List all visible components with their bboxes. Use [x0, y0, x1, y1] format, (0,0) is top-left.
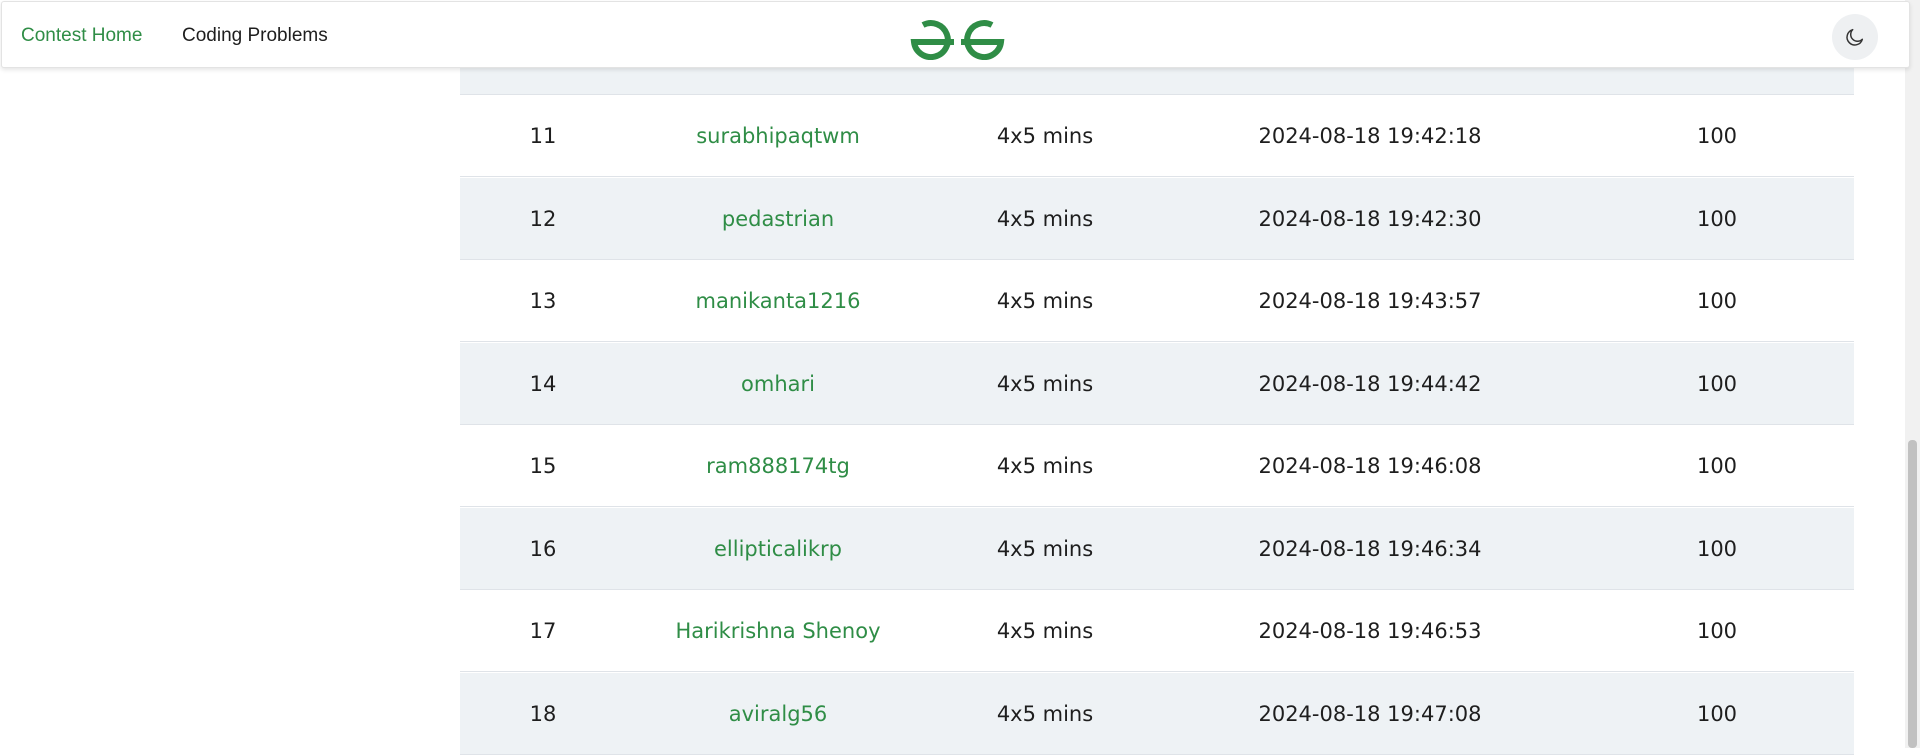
score-cell: 100: [1696, 206, 1738, 231]
score-cell: 100: [1696, 454, 1738, 478]
username-link[interactable]: ellipticalikrp: [626, 508, 930, 590]
gfg-logo-icon[interactable]: [910, 12, 1005, 60]
submission-time-cell: 2024-08-18 19:42:18: [1258, 124, 1482, 148]
theme-toggle-button[interactable]: [1832, 14, 1878, 60]
username-link[interactable]: aviralg56: [626, 673, 930, 755]
table-row: 16 ellipticalikrp 4x5 mins 2024-08-18 19:46…: [460, 507, 1854, 590]
time-cell: 4x5 mins: [996, 536, 1094, 561]
score-cell: 100: [1696, 701, 1738, 726]
submission-time-cell: 2024-08-18 19:47:08: [1258, 701, 1482, 726]
coding-problems-link[interactable]: Coding Problems: [182, 2, 328, 69]
table-row: 11 surabhipaqtwm 4x5 mins 2024-08-18 19:42:…: [460, 95, 1854, 177]
top-navbar: Contest Home Coding Problems: [1, 1, 1910, 68]
username-link[interactable]: surabhipaqtwm: [626, 95, 930, 177]
time-cell: 4x5 mins: [996, 371, 1094, 396]
table-row: 13 manikanta1216 4x5 mins 2024-08-18 19:43:…: [460, 260, 1854, 342]
score-cell: 100: [1696, 124, 1738, 148]
submission-time-cell: 2024-08-18 19:46:53: [1258, 619, 1482, 643]
score-cell: 100: [1696, 619, 1738, 643]
submission-time-cell: 2024-08-18 19:44:42: [1258, 371, 1482, 396]
score-cell: 100: [1696, 536, 1738, 561]
rank-cell: 12: [529, 206, 557, 231]
rank-cell: 15: [529, 454, 557, 478]
username-link[interactable]: omhari: [626, 343, 930, 425]
username-link[interactable]: manikanta1216: [626, 260, 930, 342]
rank-cell: 18: [529, 701, 557, 726]
page-scrollbar[interactable]: [1905, 0, 1920, 748]
table-row: 18 aviralg56 4x5 mins 2024-08-18 19:47:08 10…: [460, 672, 1854, 755]
contest-home-link[interactable]: Contest Home: [21, 2, 142, 69]
time-cell: 4x5 mins: [996, 289, 1094, 313]
rank-cell: 17: [529, 619, 557, 643]
table-row: 17 Harikrishna Shenoy 4x5 mins 2024-08-18 1…: [460, 590, 1854, 672]
username-link[interactable]: Harikrishna Shenoy: [626, 590, 930, 672]
time-cell: 4x5 mins: [996, 206, 1094, 231]
time-cell: 4x5 mins: [996, 124, 1094, 148]
table-row: 14 omhari 4x5 mins 2024-08-18 19:44:42 100: [460, 342, 1854, 425]
table-row: 15 ram888174tg 4x5 mins 2024-08-18 19:46:08…: [460, 425, 1854, 507]
rank-cell: 13: [529, 289, 557, 313]
time-cell: 4x5 mins: [996, 701, 1094, 726]
scrollbar-thumb[interactable]: [1908, 440, 1917, 748]
table-row: 12 pedastrian 4x5 mins 2024-08-18 19:42:30 1…: [460, 177, 1854, 260]
submission-time-cell: 2024-08-18 19:46:08: [1258, 454, 1482, 478]
submission-time-cell: 2024-08-18 19:43:57: [1258, 289, 1482, 313]
rank-cell: 14: [529, 371, 557, 396]
moon-icon: [1844, 26, 1866, 48]
rank-cell: 11: [529, 124, 557, 148]
score-cell: 100: [1696, 289, 1738, 313]
score-cell: 100: [1696, 371, 1738, 396]
submission-time-cell: 2024-08-18 19:42:30: [1258, 206, 1482, 231]
time-cell: 4x5 mins: [996, 454, 1094, 478]
time-cell: 4x5 mins: [996, 619, 1094, 643]
username-link[interactable]: ram888174tg: [626, 425, 930, 507]
username-link[interactable]: pedastrian: [626, 178, 930, 260]
rank-cell: 16: [529, 536, 557, 561]
submission-time-cell: 2024-08-18 19:46:34: [1258, 536, 1482, 561]
